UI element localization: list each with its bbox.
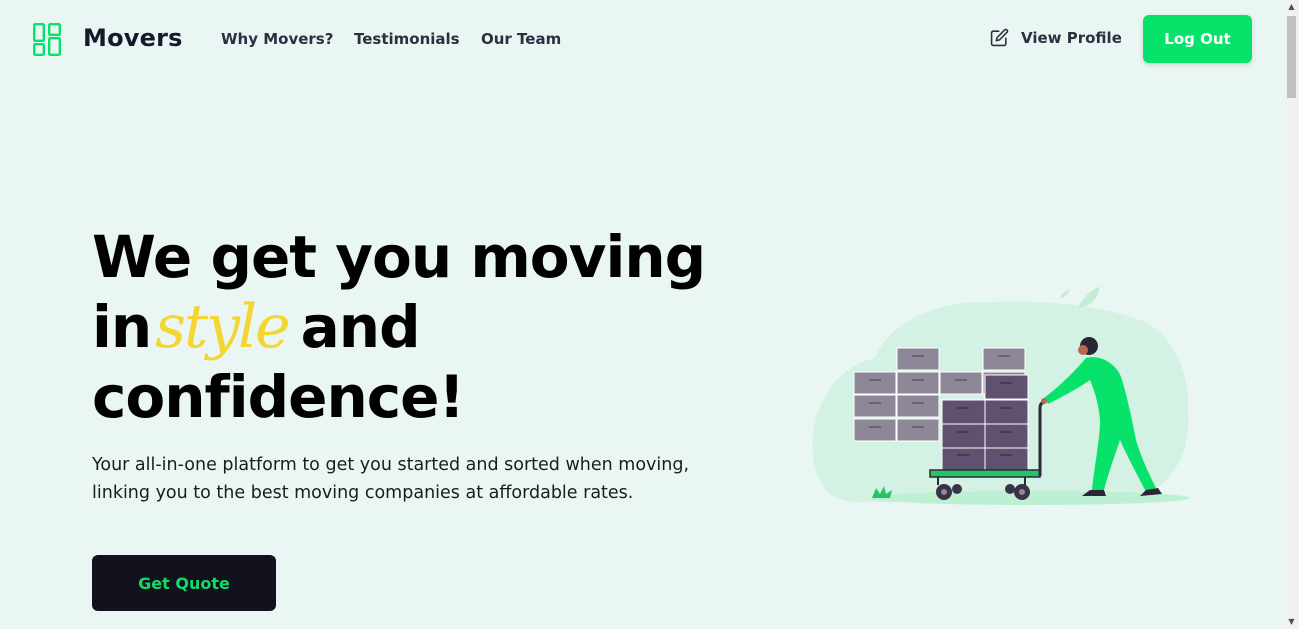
moving-illustration [812,286,1190,505]
hero-headline: We get you moving instyle and confidence! [92,222,706,432]
scroll-thumb[interactable] [1287,16,1296,98]
landing-page: Movers Why Movers? Testimonials Our Team… [0,0,1299,629]
nav-why-movers[interactable]: Why Movers? [221,30,333,48]
subtitle-line-1: Your all-in-one platform to get you star… [92,455,690,475]
page-scrollbar[interactable]: ▲ ▼ [1284,0,1299,629]
arrow-down-icon[interactable]: ▼ [1284,615,1299,629]
hero-subtitle: Your all-in-one platform to get you star… [92,451,732,507]
logo-icon[interactable] [33,23,61,56]
headline-line-3: confidence! [92,363,465,431]
nav-our-team[interactable]: Our Team [481,30,561,48]
get-quote-button[interactable]: Get Quote [92,555,276,611]
headline-accent-word: style [155,292,290,362]
subtitle-line-2: linking you to the best moving companies… [92,483,634,503]
edit-icon [990,28,1009,47]
nav-testimonials[interactable]: Testimonials [354,30,460,48]
logout-button[interactable]: Log Out [1143,15,1252,63]
view-profile-link[interactable]: View Profile [990,28,1122,47]
brand-name[interactable]: Movers [83,24,183,52]
arrow-up-icon[interactable]: ▲ [1284,0,1299,14]
headline-line-1: We get you moving [92,223,706,291]
headline-in: in [92,293,152,361]
headline-and: and [300,293,421,361]
view-profile-label: View Profile [1021,28,1122,47]
headline-line-2: instyle and [92,292,705,362]
